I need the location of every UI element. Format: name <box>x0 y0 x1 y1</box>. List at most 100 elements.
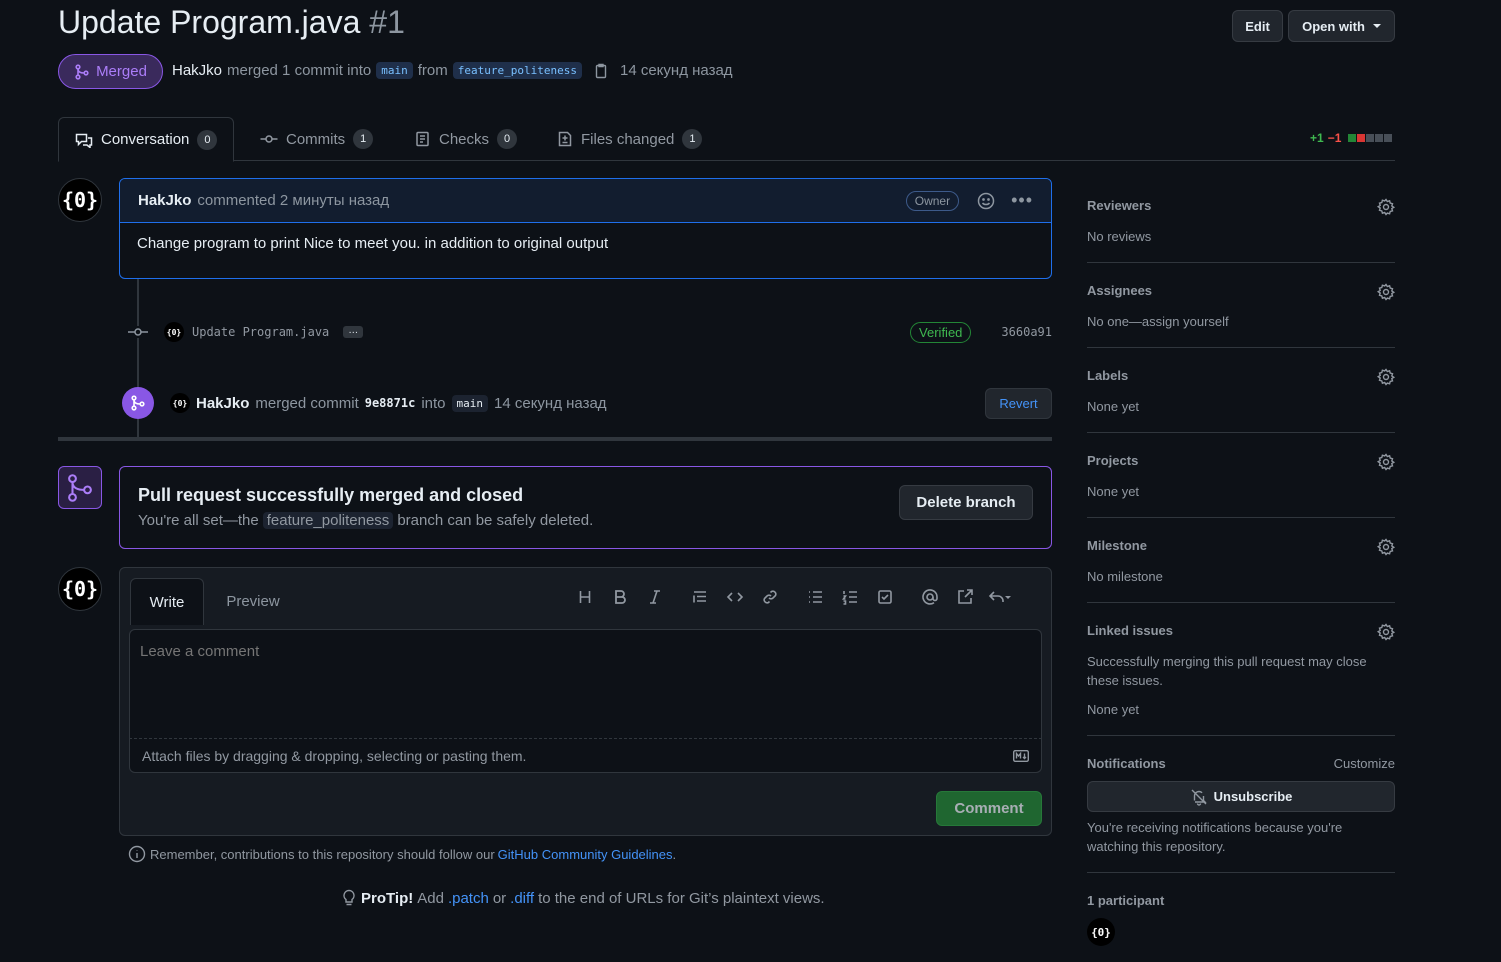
avatar[interactable]: {0} <box>164 322 184 342</box>
pr-tabs: Conversation 0 Commits 1 Checks 0 Files … <box>58 117 1395 162</box>
smiley-icon[interactable] <box>977 192 995 210</box>
patch-link[interactable]: .patch <box>448 890 489 907</box>
tab-counter: 0 <box>497 129 518 149</box>
quote-icon[interactable] <box>682 589 717 605</box>
guidelines-end: . <box>672 846 677 862</box>
file-diff-icon <box>558 131 572 147</box>
comment-textarea[interactable] <box>129 629 1042 739</box>
merge-author[interactable]: HakJko <box>196 395 249 412</box>
merged-subtitle-suffix: branch can be safely deleted. <box>397 512 594 529</box>
git-merge-icon <box>75 63 89 80</box>
customize-link[interactable]: Customize <box>1334 756 1395 771</box>
author-link[interactable]: HakJko <box>172 62 222 79</box>
sidebar-value[interactable]: No one—assign yourself <box>1087 312 1395 331</box>
pr-number: #1 <box>369 4 405 40</box>
sidebar-assignees: Assignees No one—assign yourself <box>1087 263 1395 348</box>
sidebar-value: None yet <box>1087 484 1140 499</box>
notifications-description: You're receiving notifications because y… <box>1087 820 1343 854</box>
gear-icon[interactable] <box>1377 538 1395 556</box>
merge-branch[interactable]: main <box>451 394 488 412</box>
mention-icon[interactable] <box>912 588 947 606</box>
tab-commits[interactable]: Commits 1 <box>244 117 389 161</box>
merge-event: {0} HakJko merged commit 9e8871c into ma… <box>122 386 1052 420</box>
sidebar: Reviewers No reviews Assignees No one—as… <box>1087 178 1395 962</box>
markdown-icon[interactable] <box>1013 749 1029 762</box>
delete-branch-button[interactable]: Delete branch <box>899 485 1033 520</box>
sidebar-title[interactable]: Labels <box>1087 368 1395 383</box>
merged-status-box: Pull request successfully merged and clo… <box>119 466 1052 549</box>
heading-icon[interactable] <box>567 589 602 605</box>
git-merge-icon <box>131 395 145 411</box>
merged-icon-box <box>58 466 102 509</box>
tab-preview[interactable]: Preview <box>216 578 290 625</box>
diff-link[interactable]: .diff <box>510 890 534 907</box>
sidebar-title[interactable]: Projects <box>1087 453 1395 468</box>
unsubscribe-button[interactable]: Unsubscribe <box>1087 781 1395 812</box>
gear-icon[interactable] <box>1377 198 1395 216</box>
tab-counter: 1 <box>353 129 374 149</box>
sidebar-title[interactable]: Reviewers <box>1087 198 1395 213</box>
tab-label: Commits <box>286 130 346 148</box>
protip-label: ProTip! <box>361 889 414 907</box>
commit-message[interactable]: Update Program.java <box>192 325 329 339</box>
head-branch[interactable]: feature_politeness <box>452 62 582 79</box>
participant-avatar[interactable]: {0} <box>1087 918 1115 946</box>
git-commit-icon <box>260 135 278 143</box>
commit-sha-link[interactable]: 3660a91 <box>1001 325 1052 339</box>
merge-event-badge <box>122 387 154 419</box>
merge-time: 14 секунд назад <box>619 62 733 79</box>
reply-icon[interactable] <box>982 589 1017 605</box>
caret-down-icon <box>1372 24 1381 28</box>
task-list-icon[interactable] <box>867 589 902 605</box>
unsubscribe-label: Unsubscribe <box>1213 789 1293 804</box>
diffstat-additions: +1 <box>1310 131 1324 145</box>
link-icon[interactable] <box>752 589 787 605</box>
tab-write[interactable]: Write <box>130 578 204 625</box>
avatar[interactable]: {0} <box>170 393 190 413</box>
gear-icon[interactable] <box>1377 368 1395 386</box>
kebab-menu-icon[interactable]: ••• <box>1011 190 1033 211</box>
sidebar-value: No reviews <box>1087 229 1152 244</box>
gear-icon[interactable] <box>1377 453 1395 471</box>
guidelines-link[interactable]: GitHub Community Guidelines <box>498 847 673 862</box>
code-icon[interactable] <box>717 589 752 605</box>
comment-header: HakJko commented 2 минуты назад Owner ••… <box>120 179 1051 223</box>
cross-reference-icon[interactable] <box>947 588 982 606</box>
protip-or: or <box>492 889 507 907</box>
edit-button[interactable]: Edit <box>1232 10 1283 42</box>
tab-counter: 1 <box>682 129 703 149</box>
merged-subtitle-prefix: You're all set—the <box>138 512 259 529</box>
sidebar-linked-issues: Linked issues Successfully merging this … <box>1087 603 1395 736</box>
gear-icon[interactable] <box>1377 623 1395 641</box>
copy-icon[interactable] <box>593 63 609 79</box>
ordered-list-icon[interactable] <box>832 589 867 605</box>
tab-checks[interactable]: Checks 0 <box>399 117 533 161</box>
diffstat-deletions: −1 <box>1327 131 1342 145</box>
italic-icon[interactable] <box>637 589 672 605</box>
comment-author[interactable]: HakJko <box>138 192 191 209</box>
diffstat-bar <box>1347 134 1393 142</box>
tab-conversation[interactable]: Conversation 0 <box>58 117 235 162</box>
base-branch[interactable]: main <box>376 62 413 79</box>
avatar[interactable]: {0} <box>58 178 102 222</box>
sidebar-title[interactable]: Milestone <box>1087 538 1395 553</box>
gear-icon[interactable] <box>1377 283 1395 301</box>
tab-files-changed[interactable]: Files changed 1 <box>541 117 718 161</box>
unordered-list-icon[interactable] <box>797 589 832 605</box>
sidebar-title[interactable]: Assignees <box>1087 283 1395 298</box>
git-merge-icon <box>68 473 92 502</box>
verified-badge[interactable]: Verified <box>910 321 972 343</box>
comment-submit-button[interactable]: Comment <box>936 791 1042 826</box>
merge-commit-sha[interactable]: 9e8871c <box>365 396 416 410</box>
bold-icon[interactable] <box>602 589 637 605</box>
revert-button[interactable]: Revert <box>985 387 1052 419</box>
open-with-button[interactable]: Open with <box>1288 10 1395 42</box>
attach-files-bar[interactable]: Attach files by dragging & dropping, sel… <box>129 739 1042 773</box>
expand-commit-button[interactable]: … <box>343 326 364 338</box>
comment-action: commented 2 минуты назад <box>197 192 390 209</box>
attach-files-text: Attach files by dragging & dropping, sel… <box>142 747 527 764</box>
avatar[interactable]: {0} <box>58 567 102 611</box>
sidebar-title[interactable]: Linked issues <box>1087 623 1395 638</box>
light-bulb-icon <box>343 889 355 906</box>
git-commit-icon <box>128 326 148 338</box>
